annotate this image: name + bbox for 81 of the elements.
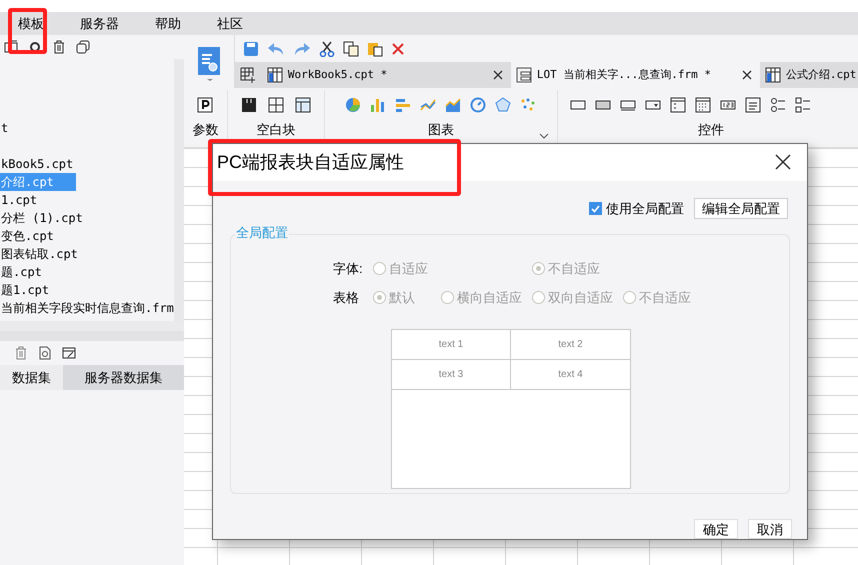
paste-icon[interactable]	[366, 40, 383, 56]
table-cell: text 1	[392, 330, 511, 360]
table-cell: text 2	[511, 330, 630, 360]
group-title: 全局配置	[235, 225, 289, 242]
new-table-icon[interactable]	[240, 67, 256, 83]
dialog-button[interactable]: 取消	[748, 518, 792, 539]
tree-item[interactable]: kBook5.cpt	[0, 155, 74, 173]
table-cell: text 3	[392, 360, 511, 390]
tree-item[interactable]: 变色.cpt	[0, 227, 54, 245]
table-cell: text 4	[511, 360, 630, 390]
radio-label: 自适应	[389, 260, 428, 278]
tree-item[interactable]: t	[0, 119, 8, 137]
radio-button[interactable]	[373, 291, 386, 304]
tree-item[interactable]: 1.cpt	[0, 191, 38, 209]
radio-button[interactable]	[532, 262, 545, 276]
radio-button[interactable]	[532, 291, 545, 304]
horizontal-bar-icon[interactable]	[395, 97, 412, 113]
field-label: 字体:	[333, 260, 364, 278]
radio-button[interactable]	[441, 291, 454, 304]
scrollbar[interactable]	[0, 321, 184, 331]
document-icon	[516, 67, 532, 83]
radio-group-icon[interactable]	[770, 97, 786, 113]
document-tab[interactable]: LOT 当前相关字...息查询.frm *	[510, 62, 760, 88]
group-label: 空白块	[256, 121, 296, 139]
radio-label: 不自适应	[639, 289, 691, 308]
menu-item[interactable]: 社区	[217, 16, 243, 31]
calendar-icon[interactable]	[694, 97, 711, 113]
trash-icon[interactable]	[52, 40, 66, 54]
checkbox[interactable]	[589, 202, 602, 216]
folder-icon[interactable]	[4, 40, 18, 54]
tree-item[interactable]: 当前相关字段实时信息查询.frm	[0, 299, 174, 317]
group-label: 控件	[698, 121, 724, 139]
menu-item[interactable]: 服务器	[80, 16, 119, 31]
radio-label: 不自适应	[548, 260, 600, 278]
save-icon[interactable]	[242, 40, 259, 56]
document-icon	[266, 67, 283, 83]
tree-item[interactable]: 分栏 (1).cpt	[0, 209, 83, 227]
layout-icon[interactable]	[294, 97, 311, 113]
group-label: 参数	[192, 121, 218, 139]
tree-item[interactable]: 题.cpt	[0, 263, 42, 281]
gauge-icon[interactable]	[470, 97, 486, 113]
dataset-tab[interactable]: 服务器数据集	[63, 365, 184, 390]
bar-chart-icon[interactable]	[370, 97, 386, 113]
dataset-tab[interactable]: 数据集	[0, 365, 63, 390]
radar-chart-icon[interactable]	[495, 97, 512, 113]
preview-icon[interactable]	[38, 346, 52, 360]
layout-icon[interactable]	[240, 97, 257, 113]
textarea-widget-icon[interactable]	[744, 97, 761, 113]
tree-item[interactable]: 题1.cpt	[0, 281, 50, 299]
field-label: 表格	[333, 289, 360, 308]
layout-icon[interactable]	[268, 97, 284, 113]
scatter-icon[interactable]	[520, 97, 536, 113]
line-chart-icon[interactable]	[420, 97, 436, 113]
cut-icon[interactable]	[318, 40, 335, 56]
radio-label: 横向自适应	[457, 289, 522, 308]
edit-global-config-button[interactable]: 编辑全局配置	[694, 198, 788, 220]
edit-icon[interactable]	[62, 346, 76, 360]
parameter-icon[interactable]	[197, 97, 214, 113]
radio-button[interactable]	[373, 262, 386, 276]
dialog-button[interactable]: 确定	[694, 518, 738, 539]
pie-chart-icon[interactable]	[345, 97, 362, 113]
menu-item[interactable]: 模板	[18, 16, 44, 31]
dialog-title: PC端报表块自适应属性	[217, 150, 404, 174]
copy-icon[interactable]	[342, 40, 359, 56]
checkbox-group-icon[interactable]	[794, 97, 811, 113]
group-label: 图表	[428, 121, 454, 139]
report-search-icon[interactable]	[196, 44, 221, 80]
close-icon[interactable]	[492, 70, 503, 80]
radio-label: 默认	[389, 289, 415, 308]
radio-label: 双向自适应	[548, 289, 613, 308]
copy-icon[interactable]	[76, 40, 90, 54]
list-widget-icon[interactable]	[670, 97, 686, 113]
close-icon[interactable]	[775, 154, 791, 170]
document-icon	[764, 67, 781, 83]
radio-button[interactable]	[623, 291, 636, 304]
close-icon[interactable]	[742, 70, 752, 80]
checkbox-label: 使用全局配置	[606, 200, 684, 218]
menu-item[interactable]: 帮助	[155, 16, 181, 31]
chevron-down-icon[interactable]	[538, 133, 549, 139]
tree-item[interactable]: 图表钻取.cpt	[0, 245, 78, 263]
area-chart-icon[interactable]	[445, 97, 462, 113]
